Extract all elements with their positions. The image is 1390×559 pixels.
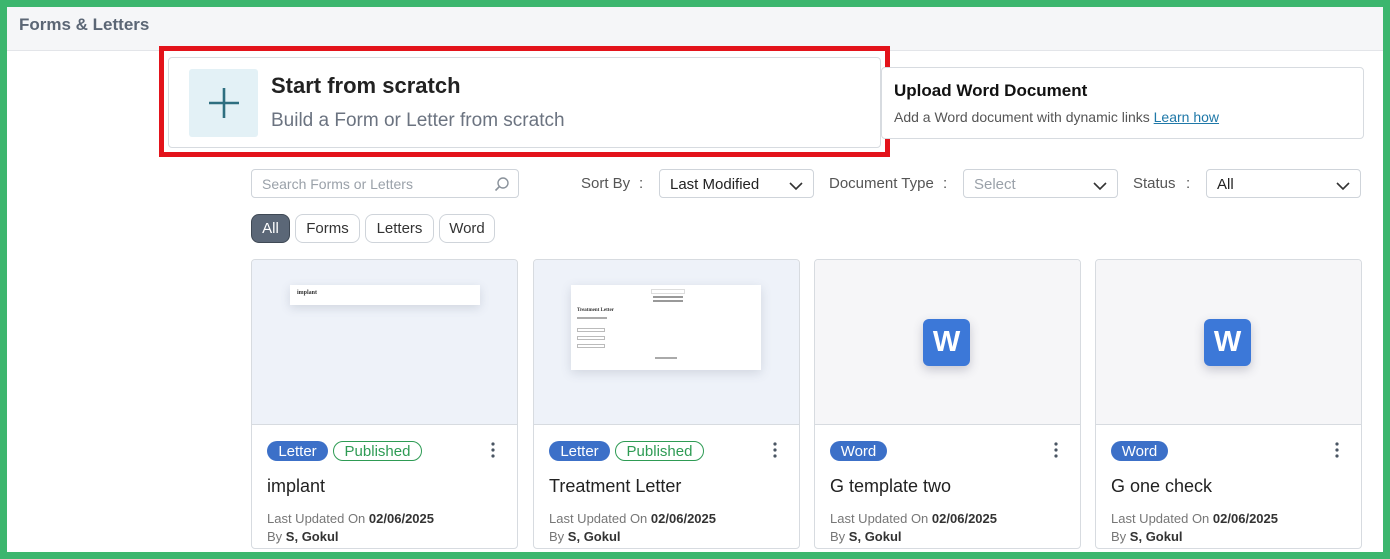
card-title: Treatment Letter: [549, 476, 682, 496]
document-preview: Treatment Letter: [571, 285, 761, 370]
word-icon: W: [923, 319, 970, 366]
type-badge: Word: [830, 441, 887, 461]
doctype-separator: :: [943, 175, 948, 192]
upload-description: Add a Word document with dynamic links: [894, 109, 1150, 125]
type-badge: Letter: [267, 441, 328, 461]
more-options-icon[interactable]: [491, 442, 495, 463]
app-frame: Forms & Letters Start from scratch Build…: [7, 7, 1383, 552]
search-input[interactable]: [262, 175, 487, 193]
sort-by-label: Sort By: [581, 175, 631, 192]
status-badge: Published: [333, 441, 422, 461]
last-updated: Last Updated On 02/06/2025: [267, 511, 434, 526]
author: By S, Gokul: [549, 529, 621, 544]
chevron-down-icon: [789, 178, 803, 196]
updated-date: 02/06/2025: [650, 511, 716, 526]
preview-field: [577, 328, 605, 332]
card-title: G one check: [1111, 476, 1213, 496]
search-icon[interactable]: [494, 176, 510, 197]
search-box: [251, 169, 519, 198]
page-title: Forms & Letters: [19, 15, 150, 34]
chevron-down-icon: [1093, 178, 1107, 196]
tab-all[interactable]: All: [251, 214, 290, 243]
last-updated: Last Updated On 02/06/2025: [830, 511, 997, 526]
document-type-select[interactable]: Select: [963, 169, 1118, 198]
preview-field: [577, 344, 605, 348]
status-select[interactable]: All: [1206, 169, 1361, 198]
last-updated: Last Updated On 02/06/2025: [549, 511, 716, 526]
updated-date: 02/06/2025: [368, 511, 434, 526]
updated-date: 02/06/2025: [1212, 511, 1278, 526]
author-name: S, Gokul: [1129, 529, 1183, 544]
preview-line: [653, 300, 683, 302]
card-title: implant: [267, 476, 326, 496]
start-from-scratch-card[interactable]: Start from scratch Build a Form or Lette…: [168, 57, 881, 148]
word-icon: W: [1204, 319, 1251, 366]
template-card[interactable]: implant Letter Published implant Last Up…: [251, 259, 518, 549]
upload-title: Upload Word Document: [894, 81, 1088, 100]
author-name: S, Gokul: [848, 529, 902, 544]
card-thumbnail: W: [815, 260, 1080, 425]
chevron-down-icon: [1336, 178, 1350, 196]
upload-word-card[interactable]: Upload Word Document Add a Word document…: [881, 67, 1364, 139]
status-label: Status: [1133, 175, 1176, 192]
author-name: S, Gokul: [285, 529, 339, 544]
card-title: G template two: [830, 476, 952, 496]
top-bar: Forms & Letters: [7, 7, 1383, 51]
type-badge: Word: [1111, 441, 1168, 461]
card-thumbnail: implant: [252, 260, 517, 425]
learn-how-link[interactable]: Learn how: [1154, 109, 1219, 125]
card-thumbnail: Treatment Letter: [534, 260, 799, 425]
preview-title: implant: [297, 290, 318, 296]
more-options-icon[interactable]: [1335, 442, 1339, 463]
last-updated: Last Updated On 02/06/2025: [1111, 511, 1278, 526]
document-preview: implant: [290, 285, 480, 305]
tab-forms[interactable]: Forms: [295, 214, 360, 243]
type-badge: Letter: [549, 441, 610, 461]
author-name: S, Gokul: [567, 529, 621, 544]
more-options-icon[interactable]: [1054, 442, 1058, 463]
template-card[interactable]: W Word G template two Last Updated On 02…: [814, 259, 1081, 549]
preview-line: [655, 357, 677, 359]
upload-subtitle: Add a Word document with dynamic links L…: [894, 109, 1219, 125]
template-card[interactable]: Treatment Letter Letter Published Treatm…: [533, 259, 800, 549]
status-badge: Published: [615, 441, 704, 461]
tab-letters[interactable]: Letters: [365, 214, 434, 243]
author: By S, Gokul: [830, 529, 902, 544]
updated-date: 02/06/2025: [931, 511, 997, 526]
preview-logo: [651, 289, 685, 294]
sort-separator: :: [639, 175, 644, 192]
author: By S, Gokul: [267, 529, 339, 544]
preview-line: [653, 296, 683, 298]
preview-field: [577, 336, 605, 340]
status-separator: :: [1186, 175, 1191, 192]
card-thumbnail: W: [1096, 260, 1361, 425]
preview-line: [577, 317, 607, 319]
more-options-icon[interactable]: [773, 442, 777, 463]
scratch-title: Start from scratch: [271, 73, 461, 98]
tab-word[interactable]: Word: [439, 214, 495, 243]
sort-value: Last Modified: [670, 176, 760, 193]
preview-title: Treatment Letter: [577, 308, 614, 313]
plus-icon: [189, 69, 258, 137]
template-card[interactable]: W Word G one check Last Updated On 02/06…: [1095, 259, 1362, 549]
doctype-placeholder: Select: [974, 176, 1016, 193]
scratch-subtitle: Build a Form or Letter from scratch: [271, 110, 565, 131]
author: By S, Gokul: [1111, 529, 1183, 544]
status-value: All: [1217, 176, 1234, 193]
sort-by-select[interactable]: Last Modified: [659, 169, 814, 198]
document-type-label: Document Type: [829, 175, 934, 192]
